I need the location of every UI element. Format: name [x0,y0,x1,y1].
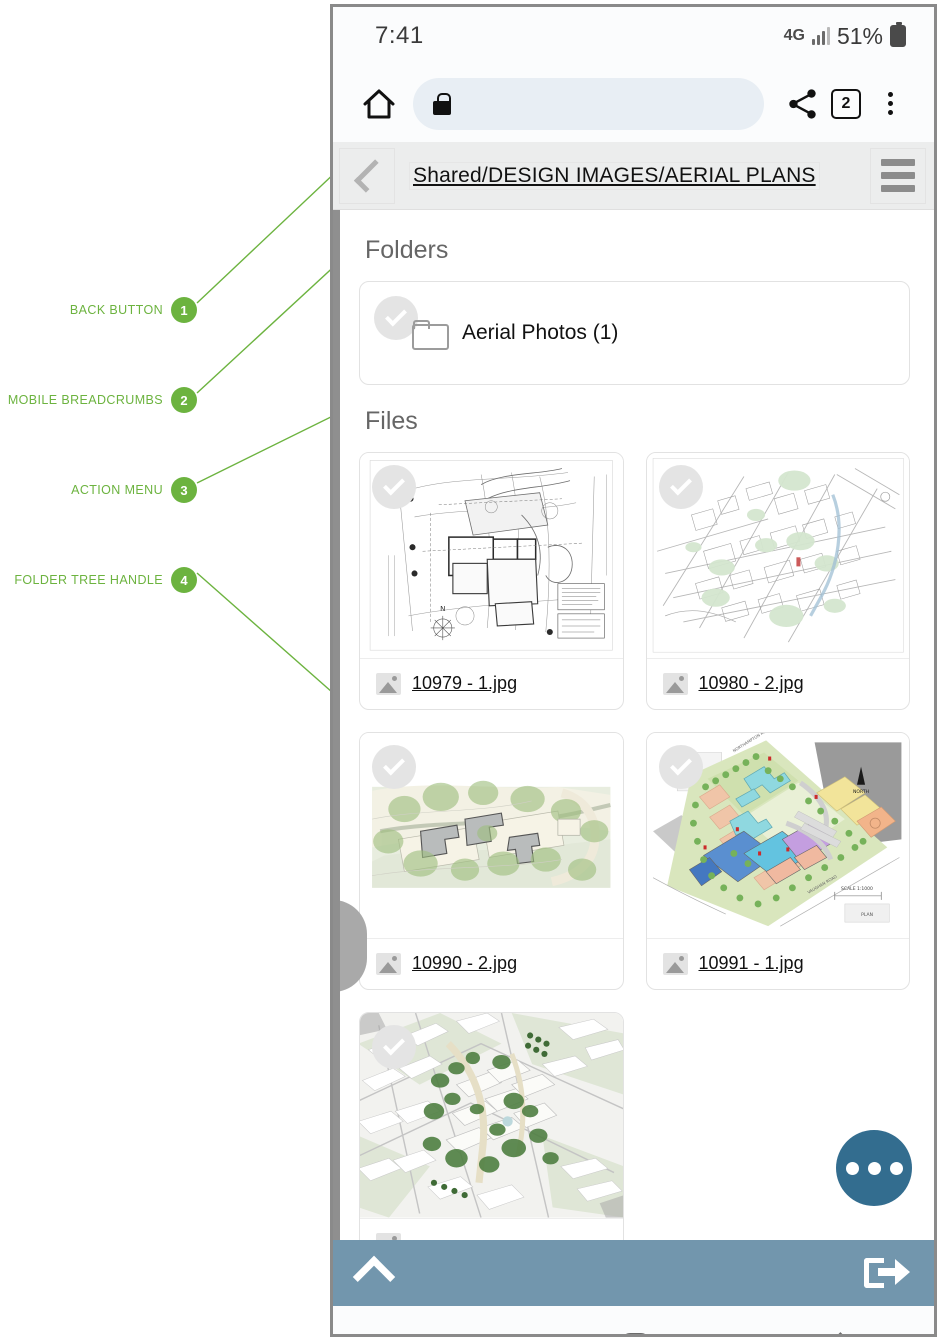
image-file-icon [662,672,688,695]
callout-2-label: MOBILE BREADCRUMBS [7,393,163,407]
battery-charging-icon [890,22,906,47]
callout-2: MOBILE BREADCRUMBS 2 [0,387,197,413]
file-card[interactable] [359,1012,624,1240]
phone-screenshot: 7:41 4G 51% 2 Shared/DESIGN IMAGES/AERIA… [330,4,937,1337]
image-file-icon [376,952,401,975]
folders-heading: Folders [365,236,449,264]
file-name[interactable]: 10991 - 1.jpg [699,953,804,974]
image-file-icon [376,672,401,695]
check-circle-icon[interactable] [372,1025,416,1069]
breadcrumb[interactable]: Shared/DESIGN IMAGES/AERIAL PLANS [395,161,870,190]
chevron-left-icon [353,158,388,193]
file-card-footer: 10991 - 1.jpg [646,937,909,989]
check-circle-icon[interactable] [658,745,703,789]
callout-4-badge: 4 [171,567,197,593]
lock-icon [433,92,451,115]
back-button[interactable] [339,147,395,204]
image-file-icon [376,1232,401,1240]
share-icon[interactable] [780,82,824,126]
hamburger-line [881,185,915,192]
fab-dot [845,1161,859,1175]
callout-3-label: ACTION MENU [71,483,163,497]
android-nav-bar [333,1306,934,1337]
file-card[interactable]: 10980 - 2.jpg [645,452,910,710]
svg-text:NORTH: NORTH [853,789,869,795]
status-time: 7:41 [375,22,424,49]
hamburger-line [881,172,915,179]
check-circle-icon[interactable] [372,745,416,789]
svg-text:PLAN: PLAN [861,912,873,918]
browser-menu-icon[interactable] [868,82,912,126]
fab-dot [867,1161,881,1175]
nav-back-icon[interactable] [820,1332,853,1334]
home-icon[interactable] [359,84,399,124]
folder-list-item[interactable]: Aerial Photos (1) [359,281,910,385]
bottom-app-bar [333,1240,934,1306]
folder-name[interactable]: Aerial Photos (1) [462,321,618,345]
fab-dot [889,1161,903,1175]
file-card-footer: 10979 - 1.jpg [360,657,623,709]
recents-icon[interactable] [422,1334,444,1337]
callout-2-badge: 2 [171,387,197,413]
action-menu-button[interactable] [870,147,926,204]
chevron-up-icon[interactable] [352,1255,396,1299]
app-toolbar: Shared/DESIGN IMAGES/AERIAL PLANS [333,142,934,210]
callout-4-label: FOLDER TREE HANDLE [14,573,163,587]
svg-text:SCALE 1:1000: SCALE 1:1000 [841,886,873,892]
address-bar[interactable] [413,77,764,130]
image-file-icon [662,952,688,975]
check-circle-icon[interactable] [658,465,703,509]
file-card[interactable]: 10990 - 2.jpg [359,732,624,990]
folder-icon [412,319,449,350]
tab-counter-button[interactable]: 2 [824,82,868,126]
check-circle-icon[interactable] [372,465,416,509]
file-name[interactable]: 10980 - 2.jpg [699,673,804,694]
file-card-footer [360,1217,623,1240]
file-grid: N 10979 - 1.jpg 10980 - 2.jpg 10990 - 2.… [359,452,910,1240]
browser-toolbar: 2 [333,65,934,142]
status-indicators: 4G 51% [783,22,906,50]
file-card[interactable]: NORTH SCALE 1:1000 PLAN NORTHAMPTON ROAD… [645,732,910,990]
callout-3-badge: 3 [171,477,197,503]
folder-tree-rail [333,210,340,1240]
battery-percent: 51% [836,22,883,49]
tab-count-label: 2 [831,88,861,119]
callout-1: BACK BUTTON 1 [0,297,197,323]
callout-1-badge: 1 [171,297,197,323]
callout-3: ACTION MENU 3 [0,477,197,503]
status-bar: 7:41 4G 51% [333,7,934,65]
svg-text:N: N [440,604,445,613]
file-name[interactable]: 10990 - 2.jpg [412,953,517,974]
callout-4: FOLDER TREE HANDLE 4 [0,567,197,593]
logout-icon[interactable] [864,1256,910,1290]
screenshot-stage: BACK BUTTON 1 MOBILE BREADCRUMBS 2 ACTIO… [0,0,941,1341]
breadcrumb-text[interactable]: Shared/DESIGN IMAGES/AERIAL PLANS [409,161,820,190]
callout-1-label: BACK BUTTON [69,303,163,317]
file-browser-content: Folders Aerial Photos (1) Files N 10979 … [333,210,934,1240]
files-heading: Files [365,407,418,435]
more-actions-button[interactable] [836,1130,912,1206]
file-card-footer: 10990 - 2.jpg [360,937,623,989]
signal-bars-icon [811,27,830,45]
file-name[interactable]: 10979 - 1.jpg [412,673,517,694]
file-card-footer: 10980 - 2.jpg [646,657,909,709]
network-type-icon: 4G [783,27,805,44]
file-card[interactable]: N 10979 - 1.jpg [359,452,624,710]
home-circle-icon[interactable] [621,1332,651,1334]
hamburger-line [881,159,915,166]
